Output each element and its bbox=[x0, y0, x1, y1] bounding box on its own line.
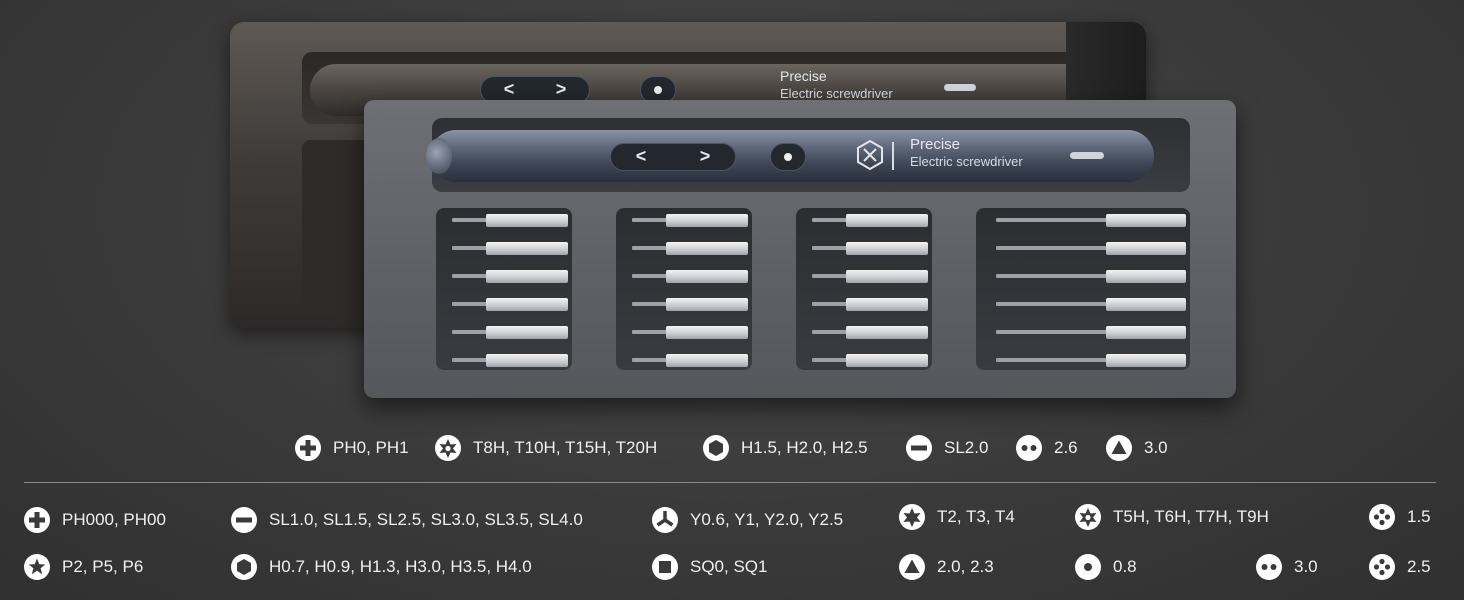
legend-bottom-label: PH000, PH00 bbox=[62, 510, 166, 529]
legend-divider bbox=[24, 482, 1436, 483]
screwdriver-bit bbox=[632, 242, 748, 255]
screwdriver-bit bbox=[452, 242, 568, 255]
legend-bottom-item: T2, T3, T4 bbox=[899, 504, 1015, 530]
legend-top-item: 3.0 bbox=[1106, 435, 1168, 461]
triangle-icon bbox=[899, 554, 925, 580]
back-next-arrow: > bbox=[555, 79, 567, 99]
legend-bottom-item: SL1.0, SL1.5, SL2.5, SL3.0, SL3.5, SL4.0 bbox=[231, 507, 583, 533]
legend-bottom-item: 3.0 bbox=[1256, 554, 1318, 580]
legend-bottom-item: PH000, PH00 bbox=[24, 507, 166, 533]
cross-dot-icon bbox=[1369, 554, 1395, 580]
legend-bottom-item: SQ0, SQ1 bbox=[652, 554, 767, 580]
screwdriver-bit bbox=[812, 214, 928, 227]
legend-top-item: H1.5, H2.0, H2.5 bbox=[703, 435, 868, 461]
legend-top-label: 3.0 bbox=[1144, 438, 1168, 457]
legend-bottom-label: 2.5 bbox=[1407, 557, 1431, 576]
spanner-icon bbox=[1016, 435, 1042, 461]
legend-bottom-item: 1.5 bbox=[1369, 504, 1431, 530]
tri-wing-icon bbox=[652, 507, 678, 533]
front-case: < > Precise Electric screwdriver bbox=[364, 100, 1236, 398]
screwdriver-bit bbox=[812, 298, 928, 311]
screwdriver-bit bbox=[632, 214, 748, 227]
screwdriver-bit bbox=[452, 298, 568, 311]
cross-dot-icon bbox=[1369, 504, 1395, 530]
screwdriver-bit bbox=[996, 242, 1186, 255]
legend-bottom-item: T5H, T6H, T7H, T9H bbox=[1075, 504, 1269, 530]
screwdriver-bit bbox=[996, 270, 1186, 283]
legend-bottom-label: T5H, T6H, T7H, T9H bbox=[1113, 507, 1269, 526]
legend-bottom-label: SL1.0, SL1.5, SL2.5, SL3.0, SL3.5, SL4.0 bbox=[269, 510, 583, 529]
screwdriver-bit bbox=[452, 354, 568, 367]
screwdriver-bit bbox=[632, 270, 748, 283]
legend-bottom-label: 1.5 bbox=[1407, 507, 1431, 526]
square-icon bbox=[652, 554, 678, 580]
legend-bottom-item: H0.7, H0.9, H1.3, H3.0, H3.5, H4.0 bbox=[231, 554, 532, 580]
back-prev-arrow: < bbox=[503, 79, 515, 99]
legend-bottom-label: Y0.6, Y1, Y2.0, Y2.5 bbox=[690, 510, 844, 529]
legend-top-item: PH0, PH1 bbox=[295, 435, 409, 461]
screwdriver-bit bbox=[812, 242, 928, 255]
legend-bottom-label: P2, P5, P6 bbox=[62, 557, 144, 576]
phillips-icon bbox=[295, 435, 321, 461]
legend-top-label: T8H, T10H, T15H, T20H bbox=[473, 438, 658, 457]
screwdriver-bit bbox=[996, 298, 1186, 311]
legend-bottom-label: SQ0, SQ1 bbox=[690, 557, 768, 576]
triangle-icon bbox=[1106, 435, 1132, 461]
screwdriver-bit bbox=[452, 270, 568, 283]
torx-icon bbox=[899, 504, 925, 530]
screwdriver-bit bbox=[996, 326, 1186, 339]
legend-top-item: T8H, T10H, T15H, T20H bbox=[435, 435, 657, 461]
slotted-icon bbox=[231, 507, 257, 533]
legend-bottom-item: Y0.6, Y1, Y2.0, Y2.5 bbox=[652, 507, 843, 533]
back-bit-bin bbox=[302, 140, 372, 310]
legend-top-label: 2.6 bbox=[1054, 438, 1078, 457]
back-brand-title: Precise bbox=[780, 68, 827, 84]
torx-security-icon bbox=[435, 435, 461, 461]
screwdriver-bit bbox=[632, 326, 748, 339]
phillips-icon bbox=[24, 507, 50, 533]
screwdriver-bit bbox=[452, 326, 568, 339]
screwdriver-bit bbox=[812, 270, 928, 283]
slotted-icon bbox=[906, 435, 932, 461]
round-dot-icon bbox=[1075, 554, 1101, 580]
legend-bottom-item: P2, P5, P6 bbox=[24, 554, 143, 580]
legend-bottom-label: T2, T3, T4 bbox=[937, 507, 1015, 526]
bits-layer bbox=[364, 100, 1236, 398]
pentalobe-icon bbox=[24, 554, 50, 580]
legend-bottom-item: 0.8 bbox=[1075, 554, 1137, 580]
legend-bottom-label: 2.0, 2.3 bbox=[937, 557, 994, 576]
legend-top-item: SL2.0 bbox=[906, 435, 988, 461]
hex-icon bbox=[231, 554, 257, 580]
screwdriver-bit bbox=[996, 214, 1186, 227]
legend-bottom-item: 2.0, 2.3 bbox=[899, 554, 994, 580]
legend-bottom-item: 2.5 bbox=[1369, 554, 1431, 580]
screwdriver-bit bbox=[996, 354, 1186, 367]
legend-top-item: 2.6 bbox=[1016, 435, 1078, 461]
legend-bottom-label: H0.7, H0.9, H1.3, H3.0, H3.5, H4.0 bbox=[269, 557, 532, 576]
screwdriver-bit bbox=[812, 326, 928, 339]
screwdriver-bit bbox=[632, 354, 748, 367]
screwdriver-bit bbox=[812, 354, 928, 367]
back-brand-subtitle: Electric screwdriver bbox=[780, 86, 893, 101]
back-led-indicator bbox=[944, 84, 976, 91]
screwdriver-bit bbox=[632, 298, 748, 311]
legend-top-label: H1.5, H2.0, H2.5 bbox=[741, 438, 868, 457]
legend-top-label: SL2.0 bbox=[944, 438, 989, 457]
hex-icon bbox=[703, 435, 729, 461]
spanner-icon bbox=[1256, 554, 1282, 580]
legend-top-label: PH0, PH1 bbox=[333, 438, 409, 457]
screwdriver-bit bbox=[452, 214, 568, 227]
torx-security-icon bbox=[1075, 504, 1101, 530]
legend-bottom-label: 3.0 bbox=[1294, 557, 1318, 576]
legend-bottom-label: 0.8 bbox=[1113, 557, 1137, 576]
